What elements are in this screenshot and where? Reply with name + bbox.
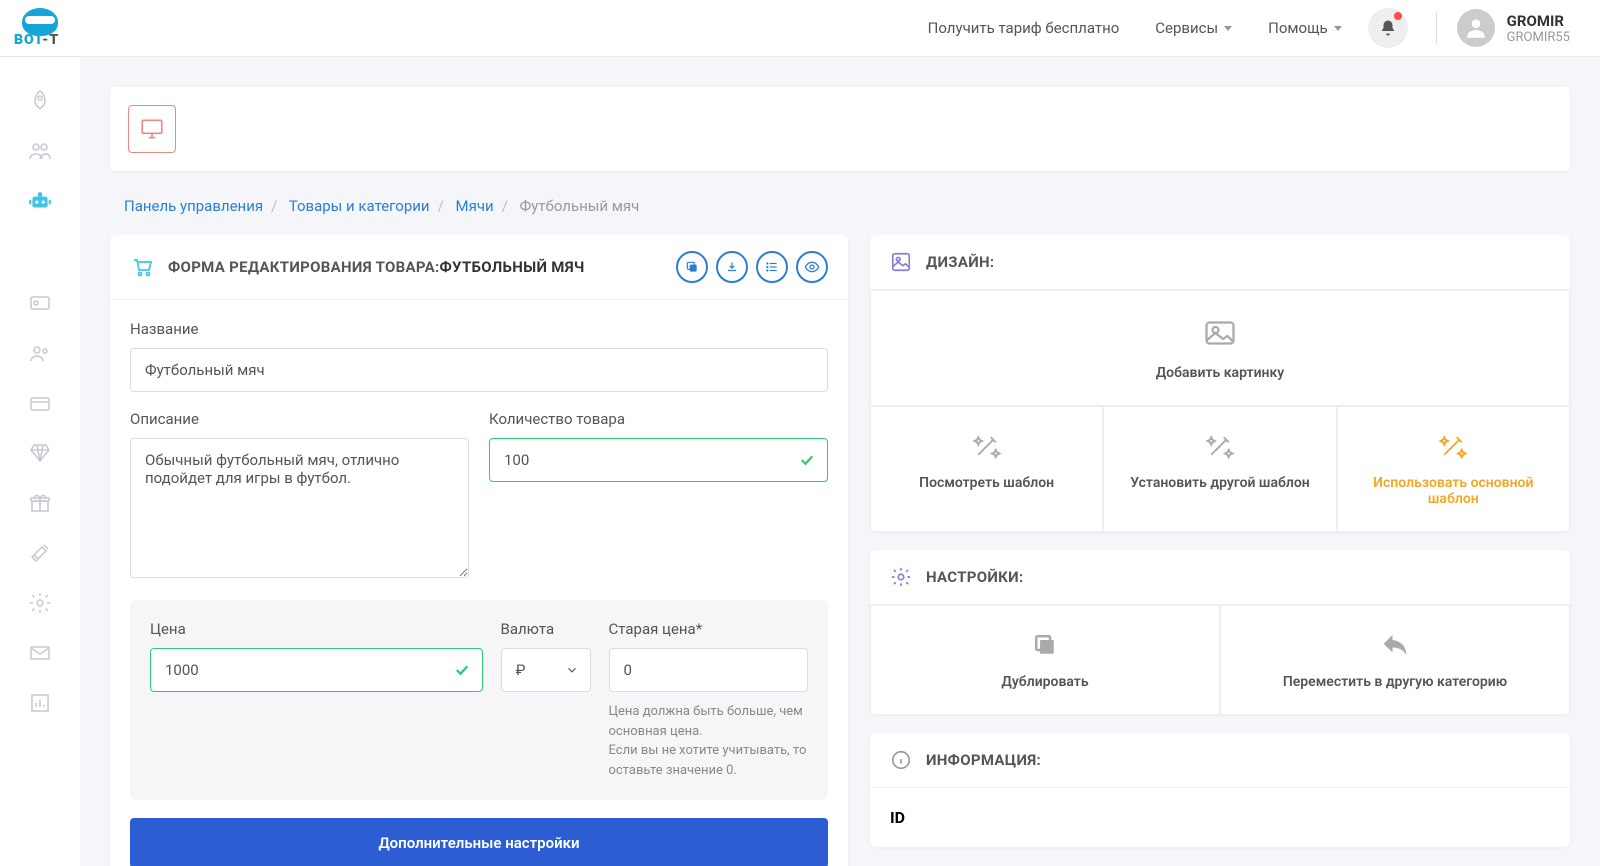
breadcrumb-current: Футбольный мяч	[520, 197, 640, 215]
price-input[interactable]	[150, 648, 483, 692]
design-title: ДИЗАЙН:	[926, 253, 994, 271]
oldprice-hint: Цена должна быть больше, чем основная це…	[609, 702, 809, 780]
wand-icon	[1205, 431, 1235, 461]
notification-dot	[1394, 12, 1402, 20]
sidebar-mail-icon[interactable]	[26, 639, 54, 667]
reply-icon	[1380, 630, 1410, 660]
avatar	[1457, 9, 1495, 47]
action-list[interactable]	[756, 251, 788, 283]
oldprice-label: Старая цена*	[609, 620, 809, 638]
form-title: ФОРМА РЕДАКТИРОВАНИЯ ТОВАРА:ФУТБОЛЬНЫЙ М…	[168, 258, 585, 276]
user-name: GROMIR	[1507, 12, 1570, 30]
picture-icon	[1202, 315, 1238, 351]
settings-title: НАСТРОЙКИ:	[926, 568, 1023, 586]
gear-icon	[890, 566, 912, 588]
breadcrumb: Панель управления/ Товары и категории/ М…	[110, 189, 1570, 223]
image-icon	[890, 251, 912, 273]
top-panel	[110, 87, 1570, 171]
duplicate-cell[interactable]: Дублировать	[870, 605, 1220, 715]
action-preview[interactable]	[796, 251, 828, 283]
sidebar-bot-icon[interactable]	[26, 187, 54, 215]
sidebar-people-icon[interactable]	[26, 339, 54, 367]
qty-label: Количество товара	[489, 410, 828, 428]
user-sub: GROMIR55	[1507, 30, 1570, 45]
sidebar-rocket-icon[interactable]	[26, 87, 54, 115]
chevron-down-icon	[1334, 26, 1342, 31]
monitor-icon[interactable]	[128, 105, 176, 153]
logo[interactable]: BOT-T	[0, 0, 80, 57]
qty-input[interactable]	[489, 438, 828, 482]
action-copy[interactable]	[676, 251, 708, 283]
price-label: Цена	[150, 620, 483, 638]
view-template-cell[interactable]: Посмотреть шаблон	[870, 406, 1103, 532]
duplicate-icon	[1030, 630, 1060, 660]
sidebar-gear-icon[interactable]	[26, 589, 54, 617]
desc-label: Описание	[130, 410, 469, 428]
header-help[interactable]: Помощь	[1250, 19, 1360, 37]
cart-icon	[130, 255, 154, 279]
header-services[interactable]: Сервисы	[1137, 19, 1250, 37]
breadcrumb-category[interactable]: Мячи	[456, 197, 494, 215]
user-menu[interactable]: GROMIR GROMIR55	[1457, 9, 1570, 47]
desc-textarea[interactable]: Обычный футбольный мяч, отлично подойдет…	[130, 438, 469, 578]
sidebar-chart-icon[interactable]	[26, 689, 54, 717]
add-image-cell[interactable]: Добавить картинку	[870, 290, 1570, 406]
breadcrumb-products[interactable]: Товары и категории	[289, 197, 430, 215]
chevron-down-icon	[1224, 26, 1232, 31]
separator	[1436, 12, 1437, 44]
info-icon	[890, 749, 912, 771]
info-id-label: ID	[890, 808, 905, 827]
sidebar-gift-icon[interactable]	[26, 489, 54, 517]
wand-icon	[972, 431, 1002, 461]
breadcrumb-dashboard[interactable]: Панель управления	[124, 197, 263, 215]
currency-label: Валюта	[501, 620, 591, 638]
use-main-template-cell[interactable]: Использовать основной шаблон	[1337, 406, 1570, 532]
sidebar-tools-icon[interactable]	[26, 539, 54, 567]
action-download[interactable]	[716, 251, 748, 283]
check-icon	[798, 451, 816, 469]
more-settings-button[interactable]: Дополнительные настройки	[130, 818, 828, 866]
name-label: Название	[130, 320, 828, 338]
wand-icon	[1438, 431, 1468, 461]
sidebar	[0, 57, 80, 866]
move-cell[interactable]: Переместить в другую категорию	[1220, 605, 1570, 715]
sidebar-card-icon[interactable]	[26, 289, 54, 317]
check-icon	[453, 661, 471, 679]
sidebar-diamond-icon[interactable]	[26, 439, 54, 467]
info-title: ИНФОРМАЦИЯ:	[926, 751, 1041, 769]
notifications-button[interactable]	[1368, 8, 1408, 48]
header-free-tariff[interactable]: Получить тариф бесплатно	[910, 19, 1138, 37]
bell-icon	[1379, 19, 1397, 37]
set-template-cell[interactable]: Установить другой шаблон	[1103, 406, 1336, 532]
name-input[interactable]	[130, 348, 828, 392]
currency-select[interactable]: ₽	[501, 648, 591, 692]
sidebar-users-icon[interactable]	[26, 137, 54, 165]
sidebar-payment-icon[interactable]	[26, 389, 54, 417]
oldprice-input[interactable]	[609, 648, 809, 692]
